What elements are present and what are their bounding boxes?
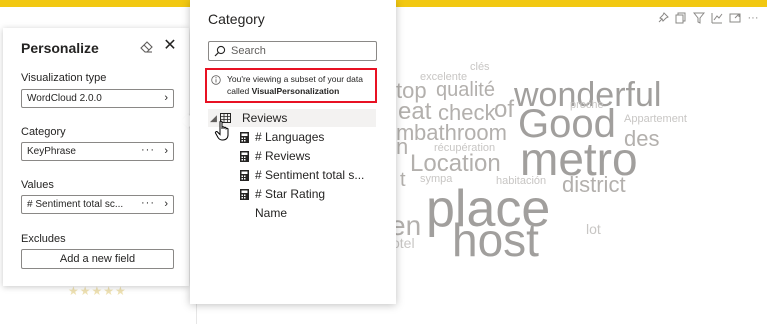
more-options-icon[interactable]: ··· (747, 12, 759, 24)
word-cloud-term[interactable]: qualité (436, 80, 495, 100)
chevron-right-icon: › (164, 145, 168, 157)
measure-icon (240, 189, 249, 200)
tree-item-sentiment-total[interactable]: # Sentiment total s... (208, 166, 376, 184)
search-placeholder: Search (231, 45, 266, 57)
tree-item-languages[interactable]: # Languages (208, 128, 376, 146)
measure-icon (240, 151, 249, 162)
word-cloud: clés excelente top qualité wonderful proche ea… (380, 40, 710, 280)
word-cloud-term[interactable]: host (452, 217, 539, 263)
tree-item-label: # Reviews (255, 149, 311, 163)
measure-icon (240, 170, 249, 181)
category-value: KeyPhrase (27, 146, 76, 157)
copy-icon[interactable] (675, 12, 687, 24)
tree-item-name[interactable]: Name (208, 204, 376, 222)
values-label: Values (21, 179, 54, 191)
excludes-label: Excludes (21, 233, 66, 245)
word-cloud-term[interactable]: clés (470, 62, 490, 73)
add-field-button[interactable]: Add a new field (21, 249, 174, 269)
word-cloud-term[interactable]: of (494, 98, 514, 122)
tree-item-label: # Sentiment total s... (255, 168, 365, 182)
flyout-title: Category (208, 11, 265, 27)
more-options-icon[interactable]: ··· (141, 197, 155, 209)
word-cloud-term[interactable]: district (562, 174, 626, 196)
category-field[interactable]: KeyPhrase ··· › (21, 142, 174, 161)
word-cloud-term[interactable]: n (396, 136, 408, 158)
personalize-pane: Personalize ✕ Visualization type WordClo… (3, 28, 189, 286)
more-options-icon[interactable]: ··· (141, 144, 155, 156)
close-icon[interactable]: ✕ (162, 38, 178, 54)
chevron-right-icon: › (164, 198, 168, 210)
tree-item-reviews[interactable]: ◢ Reviews (208, 109, 376, 127)
star-rating-visual: ★★★★★ (68, 284, 127, 298)
tree-item-star-rating[interactable]: # Star Rating (208, 185, 376, 203)
search-input[interactable]: Search (208, 41, 377, 61)
subset-notice: You're viewing a subset of your data cal… (205, 68, 377, 103)
insights-icon[interactable] (711, 12, 723, 24)
values-field[interactable]: # Sentiment total sc... ··· › (21, 195, 174, 214)
tree-item-label: Reviews (242, 111, 288, 125)
tree-item-label: Name (255, 206, 288, 220)
word-cloud-term[interactable]: t (400, 170, 406, 190)
tree-item-reviews-measure[interactable]: # Reviews (208, 147, 376, 165)
hand-cursor-icon (214, 120, 229, 141)
info-icon (211, 75, 221, 85)
visualization-type-dropdown[interactable]: WordCloud 2.0.0 › (21, 89, 174, 108)
tree-item-label: # Star Rating (255, 187, 326, 201)
word-cloud-term[interactable]: bathroom (414, 122, 507, 144)
pin-icon[interactable] (657, 12, 669, 24)
values-value: # Sentiment total sc... (27, 199, 124, 210)
category-flyout: Category Search You're viewing a subset … (190, 0, 396, 304)
eraser-icon[interactable] (140, 40, 154, 54)
measure-icon (240, 132, 249, 143)
category-label: Category (21, 126, 66, 138)
filter-icon[interactable] (693, 12, 705, 24)
chevron-right-icon: › (164, 92, 168, 104)
notice-dataset-name: VisualPersonalization (251, 86, 340, 96)
visualization-type-label: Visualization type (21, 72, 107, 84)
pane-title: Personalize (21, 40, 99, 56)
focus-mode-icon[interactable] (729, 12, 741, 24)
visualization-type-value: WordCloud 2.0.0 (27, 93, 102, 104)
visual-header: ··· (657, 12, 759, 24)
tree-item-label: # Languages (255, 130, 325, 144)
word-cloud-term[interactable]: Appartement (624, 114, 687, 125)
search-icon (214, 45, 226, 57)
word-cloud-term[interactable]: lot (586, 222, 601, 236)
